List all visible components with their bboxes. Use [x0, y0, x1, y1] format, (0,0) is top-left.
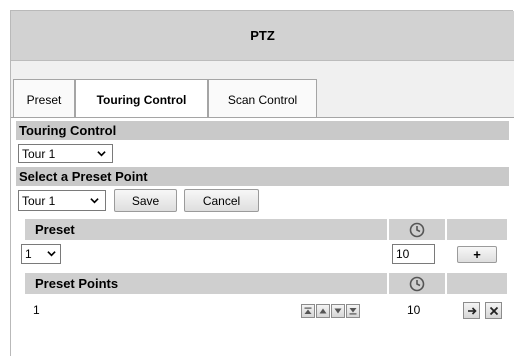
goto-preset-button[interactable] — [463, 302, 480, 319]
dwell-time-value: 10 — [396, 247, 410, 261]
tab-preset[interactable]: Preset — [13, 79, 75, 119]
move-bottom-icon — [349, 308, 357, 315]
tab-content: Touring Control Tour 1 Select a Preset P… — [11, 117, 514, 357]
preset-points-column-header: Preset Points — [25, 273, 387, 294]
move-down-button[interactable] — [331, 304, 345, 318]
preset-select-value: 1 — [25, 247, 32, 261]
dwell-column-header — [389, 219, 445, 240]
tab-bar: Preset Touring Control Scan Control — [11, 61, 514, 123]
tour-select-2-value: Tour 1 — [22, 193, 56, 208]
cancel-button[interactable]: Cancel — [184, 189, 259, 212]
preset-point-dwell: 10 — [407, 303, 421, 317]
select-preset-point-header: Select a Preset Point — [16, 167, 509, 186]
chevron-down-icon — [97, 151, 106, 157]
action-column-header — [447, 219, 507, 240]
add-preset-button[interactable]: + — [457, 246, 497, 263]
move-top-button[interactable] — [301, 304, 315, 318]
ptz-panel: PTZ Preset Touring Control Scan Control … — [10, 10, 514, 357]
touring-control-header: Touring Control — [16, 121, 509, 140]
preset-select[interactable]: 1 — [21, 244, 61, 264]
dwell-time-input[interactable]: 10 — [392, 244, 435, 264]
delete-preset-button[interactable] — [485, 302, 502, 319]
tab-touring-control[interactable]: Touring Control — [75, 79, 208, 120]
move-bottom-button[interactable] — [346, 304, 360, 318]
tour-select-value: Tour 1 — [22, 146, 56, 161]
tab-scan-control[interactable]: Scan Control — [208, 79, 317, 119]
chevron-down-icon — [90, 198, 99, 204]
save-button[interactable]: Save — [114, 189, 177, 212]
tab-touring-control-label: Touring Control — [96, 93, 187, 107]
tour-select-2[interactable]: Tour 1 — [18, 190, 106, 211]
clock-icon — [409, 276, 425, 291]
tab-preset-label: Preset — [26, 92, 62, 107]
move-up-button[interactable] — [316, 304, 330, 318]
dwell-column-header-2 — [389, 273, 445, 294]
action-column-header-2 — [447, 273, 507, 294]
plus-icon: + — [473, 247, 481, 262]
preset-column-header: Preset — [25, 219, 387, 240]
preset-point-number: 1 — [33, 303, 40, 317]
clock-icon — [409, 222, 425, 237]
panel-title: PTZ — [11, 11, 514, 61]
close-icon — [489, 306, 498, 315]
move-top-icon — [304, 307, 312, 314]
tab-scan-control-label: Scan Control — [227, 92, 298, 107]
tour-select[interactable]: Tour 1 — [18, 144, 113, 163]
arrow-right-icon — [467, 306, 477, 315]
move-down-icon — [334, 308, 342, 314]
chevron-down-icon — [47, 251, 56, 257]
move-up-icon — [319, 308, 327, 314]
